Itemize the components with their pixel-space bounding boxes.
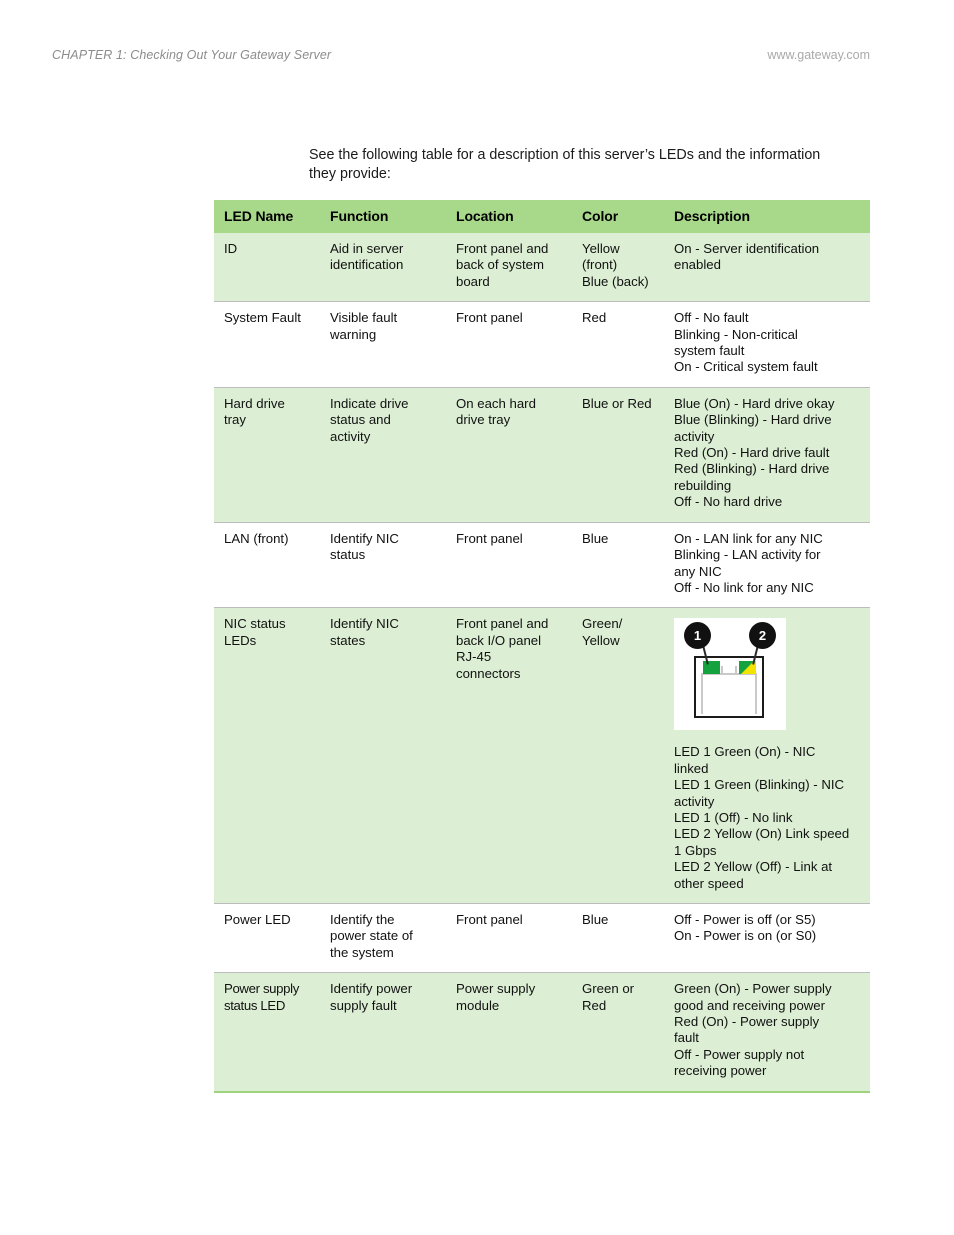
cell-location-text: Front panel and back of system board bbox=[456, 241, 549, 289]
cell-function-text: Visible fault warning bbox=[330, 310, 398, 342]
chapter-label: CHAPTER 1: Checking Out Your Gateway Ser… bbox=[52, 48, 332, 62]
cell-function-text: Identify power supply fault bbox=[330, 981, 413, 1013]
cell-color: Blue bbox=[572, 521, 664, 608]
cell-function-text: Identify NIC states bbox=[330, 616, 399, 648]
cell-color-text: Red bbox=[582, 310, 607, 326]
cell-color-text: Blue bbox=[582, 911, 609, 927]
cell-led-name: ID bbox=[214, 233, 320, 302]
cell-function: Identify NIC states bbox=[320, 607, 446, 904]
table-row: LAN (front) Identify NIC status Front panel… bbox=[214, 521, 870, 608]
cell-function-text: Aid in server identification bbox=[330, 241, 404, 273]
cell-color: Blue or Red bbox=[572, 386, 664, 523]
cell-led-name-text: System Fault bbox=[224, 310, 301, 326]
cell-function: Identify power supply fault bbox=[320, 972, 446, 1093]
led-description-table: LED Name Function Location Color Descrip… bbox=[214, 200, 870, 1093]
cell-description: On - Server identification enabled bbox=[664, 233, 870, 302]
cell-location: Front panel bbox=[446, 301, 572, 388]
cell-function-text: Identify NIC status bbox=[330, 530, 399, 563]
cell-location-text: Front panel bbox=[456, 530, 523, 546]
callout-badge-2: 2 bbox=[749, 622, 776, 650]
table-row: NIC status LEDs Identify NIC states Front pa… bbox=[214, 607, 870, 904]
cell-color: Blue bbox=[572, 902, 664, 973]
column-header-function: Function bbox=[320, 200, 446, 233]
cell-function: Identify the power state of the system bbox=[320, 902, 446, 973]
table-row: System Fault Visible fault warning Front pa… bbox=[214, 301, 870, 388]
cell-location: Front panel bbox=[446, 902, 572, 973]
cell-color-text: Green/Yellow bbox=[582, 616, 623, 648]
table-header-row: LED Name Function Location Color Descrip… bbox=[214, 200, 870, 233]
cell-description-text: On - LAN link for any NIC Blinking - LAN … bbox=[674, 530, 823, 595]
cell-location: Front panel and back of system board bbox=[446, 233, 572, 302]
cell-led-name: Power LED bbox=[214, 902, 320, 973]
column-header-color: Color bbox=[572, 200, 664, 233]
cell-description-text: On - Server identification enabled bbox=[674, 241, 820, 273]
website-url-label: www.gateway.com bbox=[767, 48, 870, 62]
cell-function-text: Indicate drive status and activity bbox=[330, 395, 409, 444]
rj45-connector-diagram: 12 bbox=[674, 618, 786, 731]
cell-led-name: Power supply status LED bbox=[214, 972, 320, 1093]
rj45-port-inner-outline bbox=[701, 673, 757, 715]
cell-description-text: Green (On) - Power supply good and receiv… bbox=[674, 981, 832, 1079]
cell-color-text: Blue bbox=[582, 530, 609, 546]
cell-color-text: Yellow (front) Blue (back) bbox=[582, 241, 649, 289]
cell-led-name-text: Power supply status LED bbox=[224, 981, 299, 1013]
cell-led-name-text: ID bbox=[224, 241, 238, 256]
cell-led-name-text: LAN (front) bbox=[224, 530, 289, 546]
cell-color: Green/Yellow bbox=[572, 607, 664, 904]
cell-led-name-text: NIC status LEDs bbox=[224, 616, 286, 648]
cell-description-text: Off - No fault Blinking - Non-critical sys… bbox=[674, 310, 818, 375]
callout-badge-1: 1 bbox=[684, 622, 711, 650]
cell-location-text: Front panel and back I/O panel RJ-45 connec… bbox=[456, 616, 549, 681]
cell-color-text: Green or Red bbox=[582, 981, 635, 1013]
cell-description: Green (On) - Power supply good and receiv… bbox=[664, 972, 870, 1093]
table-row: Power LED Identify the power state of the s… bbox=[214, 902, 870, 973]
cell-location-text: Power supply module bbox=[456, 981, 536, 1013]
cell-description: On - LAN link for any NIC Blinking - LAN … bbox=[664, 521, 870, 608]
cell-led-name-text: Power LED bbox=[224, 911, 291, 927]
rj45-latch-tab bbox=[721, 666, 737, 676]
cell-function: Indicate drive status and activity bbox=[320, 386, 446, 523]
cell-location-text: On each hard drive tray bbox=[456, 395, 536, 428]
column-header-description: Description bbox=[664, 200, 870, 233]
cell-led-name: Hard drive tray bbox=[214, 386, 320, 523]
cell-description: Off - Power is off (or S5) On - Power is … bbox=[664, 902, 870, 973]
cell-location-text: Front panel bbox=[456, 310, 523, 326]
cell-location: Front panel bbox=[446, 521, 572, 608]
cell-description-text: LED 1 Green (On) - NIC linked LED 1 Green … bbox=[674, 744, 850, 891]
cell-led-name: LAN (front) bbox=[214, 521, 320, 608]
cell-location: Power supply module bbox=[446, 972, 572, 1093]
cell-color: Yellow (front) Blue (back) bbox=[572, 233, 664, 302]
cell-description: Off - No fault Blinking - Non-critical sys… bbox=[664, 301, 870, 388]
cell-color: Green or Red bbox=[572, 972, 664, 1093]
cell-location-text: Front panel bbox=[456, 911, 523, 927]
cell-function: Aid in server identification bbox=[320, 233, 446, 302]
column-header-location: Location bbox=[446, 200, 572, 233]
table-row: Power supply status LED Identify power supp… bbox=[214, 972, 870, 1093]
cell-led-name-text: Hard drive tray bbox=[224, 395, 285, 428]
page-running-header: CHAPTER 1: Checking Out Your Gateway Ser… bbox=[0, 48, 954, 72]
cell-description-text: Off - Power is off (or S5) On - Power is … bbox=[674, 911, 817, 944]
cell-description: Blue (On) - Hard drive okay Blue (Blinkin… bbox=[664, 386, 870, 523]
cell-function-text: Identify the power state of the system bbox=[330, 911, 413, 960]
cell-description: 1 2 LED 1 Green (On) - NIC linked LED 1 Gree… bbox=[664, 607, 870, 904]
cell-description-text: Blue (On) - Hard drive okay Blue (Blinkin… bbox=[674, 395, 835, 510]
cell-location: Front panel and back I/O panel RJ-45 connec… bbox=[446, 607, 572, 904]
cell-function: Visible fault warning bbox=[320, 301, 446, 388]
cell-led-name: NIC status LEDs bbox=[214, 607, 320, 904]
cell-color: Red bbox=[572, 301, 664, 388]
table-row: ID Aid in server identification Front panel… bbox=[214, 233, 870, 302]
table-row: Hard drive tray Indicate drive status and ac… bbox=[214, 386, 870, 523]
cell-function: Identify NIC status bbox=[320, 521, 446, 608]
cell-location: On each hard drive tray bbox=[446, 386, 572, 523]
table-body: ID Aid in server identification Front panel… bbox=[214, 233, 870, 1093]
column-header-led-name: LED Name bbox=[214, 200, 320, 233]
cell-led-name: System Fault bbox=[214, 301, 320, 388]
cell-color-text: Blue or Red bbox=[582, 395, 652, 411]
intro-paragraph: See the following table for a descriptio… bbox=[309, 147, 821, 182]
